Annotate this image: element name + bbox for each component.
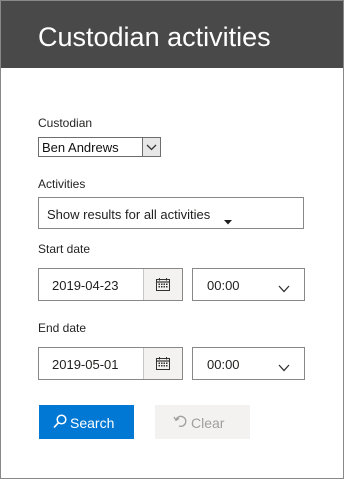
custodian-label: Custodian <box>38 116 93 130</box>
end-date-value: 2019-05-01 <box>52 357 119 372</box>
clear-button[interactable]: Clear <box>155 405 250 439</box>
undo-icon <box>173 414 187 433</box>
custodian-value: Ben Andrews <box>42 140 119 155</box>
custodian-select[interactable]: Ben Andrews <box>38 137 161 157</box>
end-time-dropdown[interactable]: 00:00 <box>192 347 305 380</box>
search-button[interactable]: Search <box>39 405 134 439</box>
activities-label: Activities <box>38 177 86 191</box>
chevron-down-icon <box>278 280 290 298</box>
start-date-field[interactable]: 2019-04-23 <box>38 268 183 301</box>
start-date-value: 2019-04-23 <box>52 278 119 293</box>
end-date-label: End date <box>38 321 87 335</box>
activities-value: Show results for all activities <box>47 207 211 222</box>
caret-down-icon <box>224 212 232 230</box>
search-icon <box>53 414 67 434</box>
start-date-label: Start date <box>38 242 91 256</box>
custodian-activities-panel: Custodian activities Custodian Ben Andre… <box>0 0 344 479</box>
panel-header: Custodian activities <box>1 1 343 68</box>
chevron-down-icon[interactable] <box>142 138 160 156</box>
activities-dropdown[interactable]: Show results for all activities <box>38 197 304 229</box>
search-button-label: Search <box>70 415 115 431</box>
calendar-icon[interactable] <box>143 269 182 300</box>
calendar-icon[interactable] <box>143 348 182 379</box>
clear-button-label: Clear <box>191 415 225 431</box>
start-time-value: 00:00 <box>207 278 240 293</box>
start-time-dropdown[interactable]: 00:00 <box>192 268 305 301</box>
end-date-field[interactable]: 2019-05-01 <box>38 347 183 380</box>
chevron-down-icon <box>278 359 290 377</box>
page-title: Custodian activities <box>38 22 271 52</box>
end-time-value: 00:00 <box>207 357 240 372</box>
